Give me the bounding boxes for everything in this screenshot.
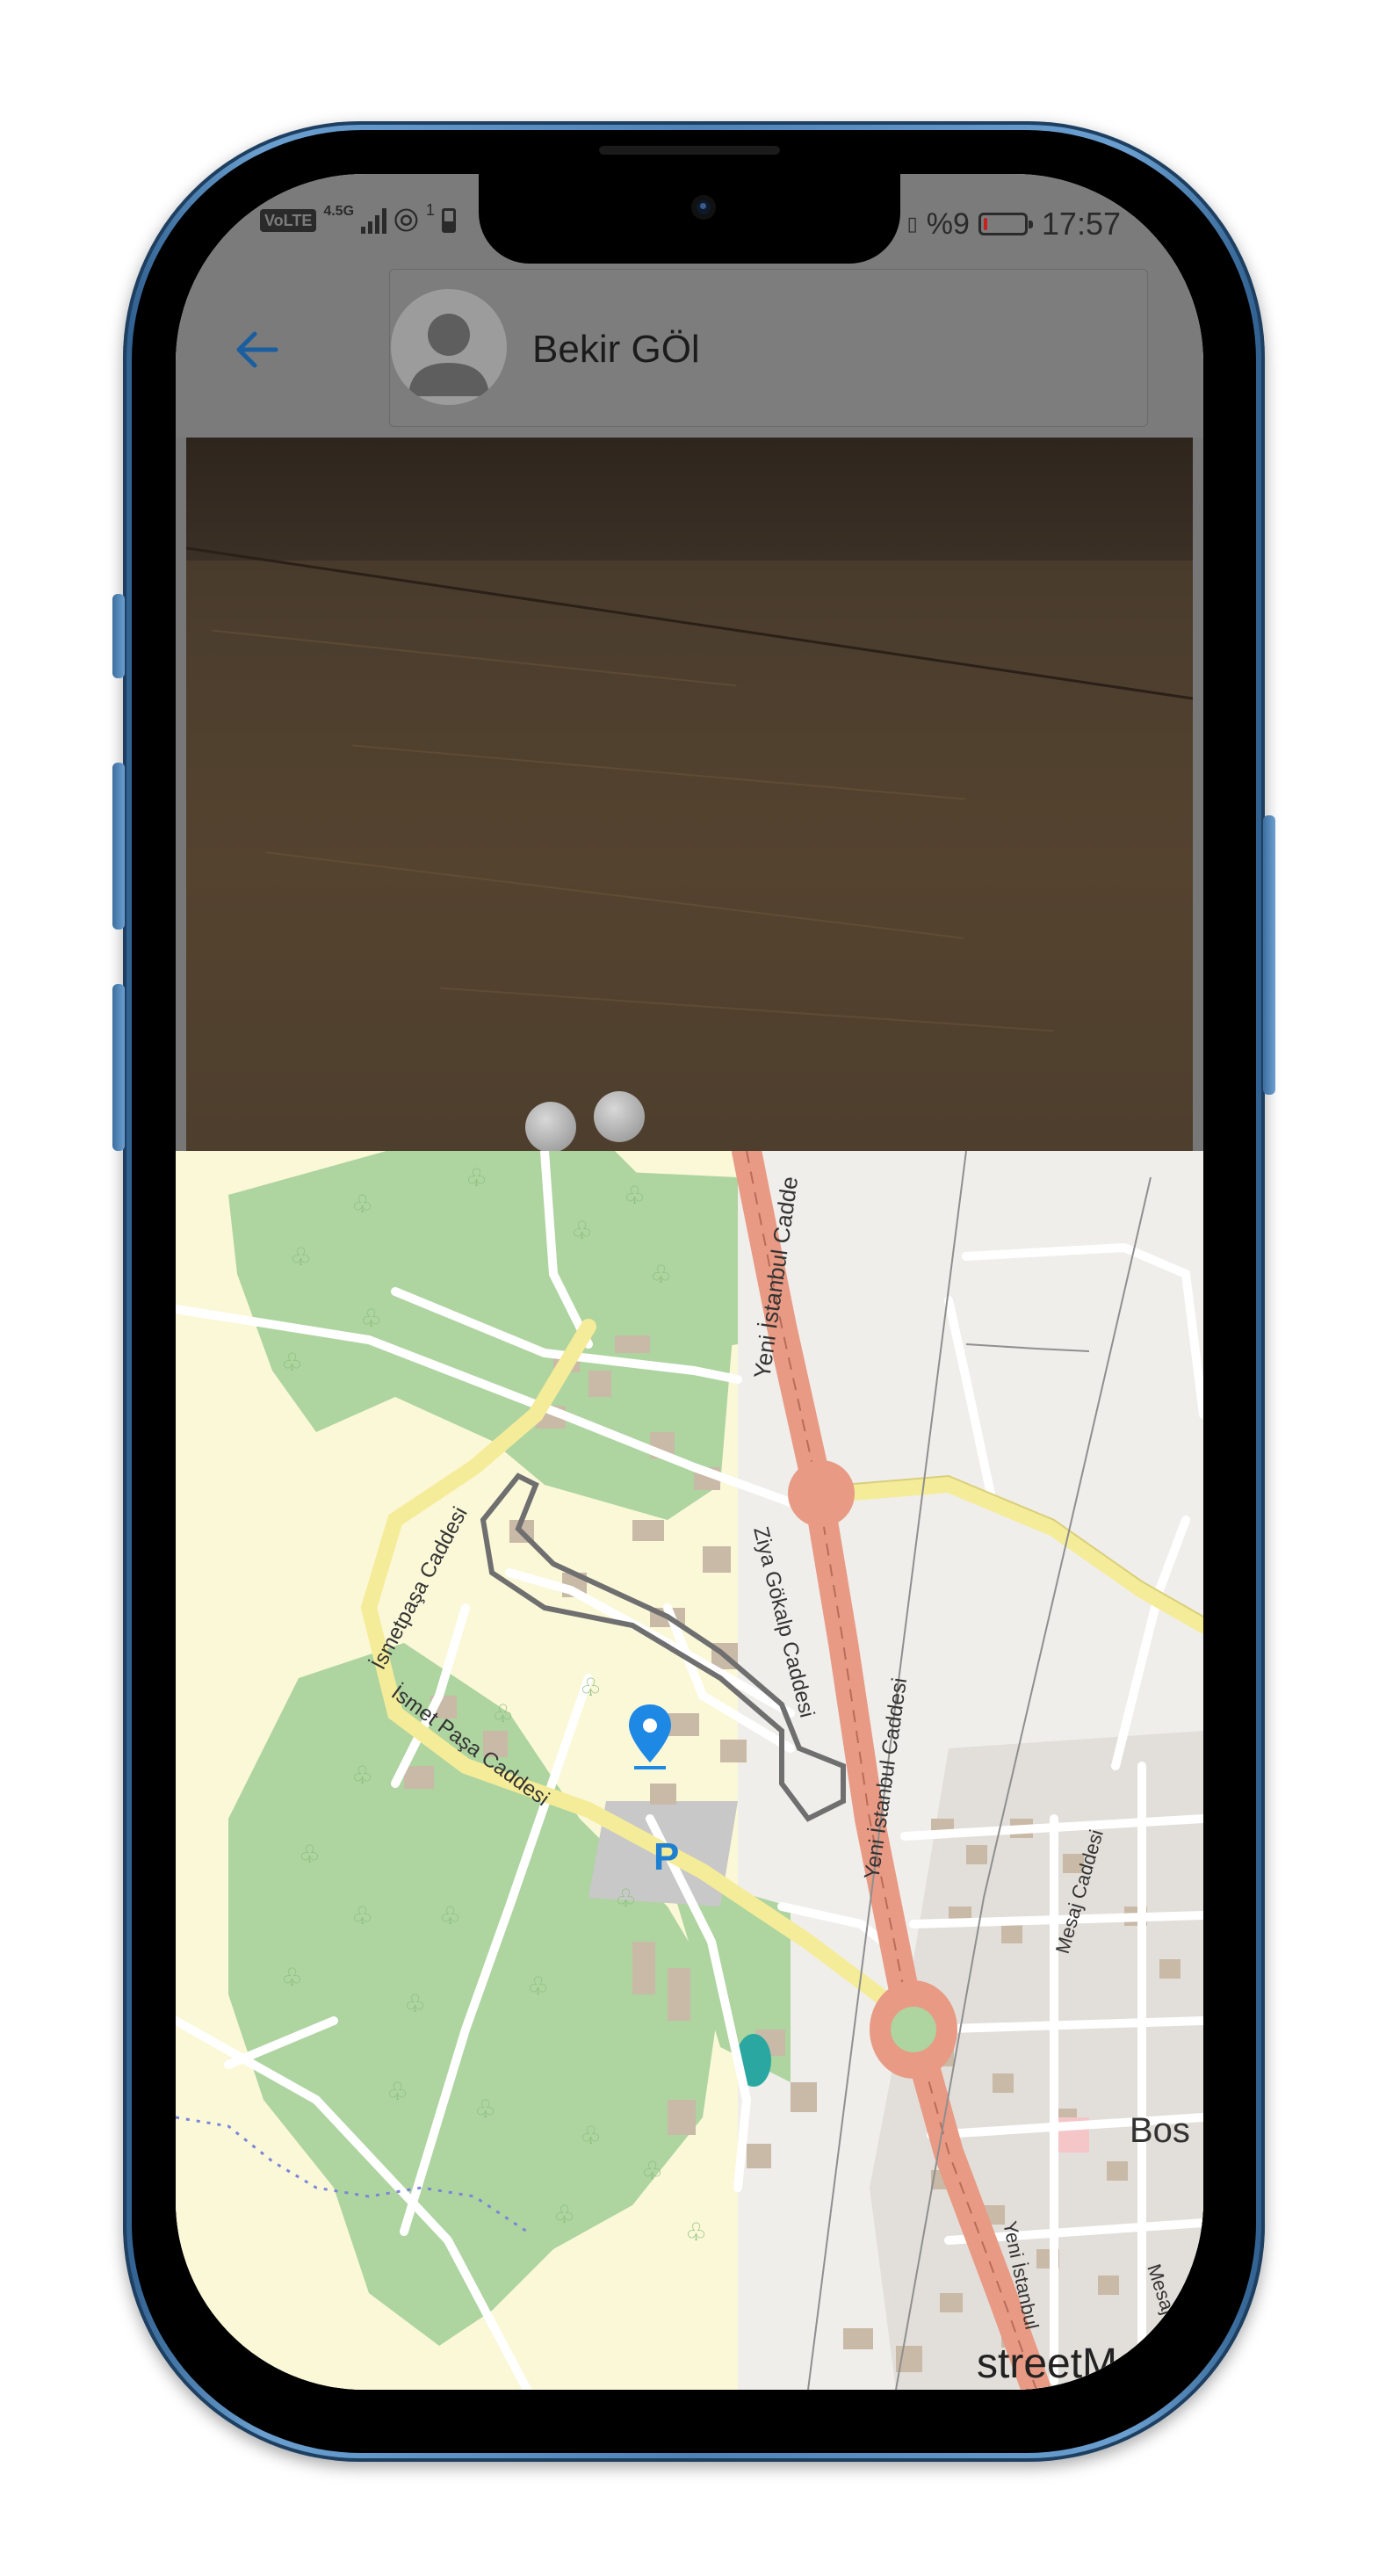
svg-text:♧: ♧: [290, 1243, 312, 1270]
volte-badge: VoLTE: [260, 209, 317, 232]
sim-battery-icon: [441, 208, 456, 233]
back-button[interactable]: [223, 316, 290, 383]
svg-text:♧: ♧: [650, 1261, 672, 1288]
person-placeholder-icon: [408, 314, 489, 396]
wood-grain: [352, 744, 965, 800]
svg-text:♧: ♧: [641, 2157, 663, 2184]
contact-name: Bekir GÖl: [532, 328, 700, 371]
svg-text:♧: ♧: [360, 1305, 382, 1332]
place-label: Bos: [1130, 2111, 1190, 2150]
hotspot-icon: ⦾: [393, 202, 419, 238]
svg-text:♧: ♧: [685, 2218, 707, 2246]
wood-grain: [212, 629, 737, 687]
wall-shadow: [184, 438, 1195, 561]
arrow-left-icon: [236, 331, 278, 368]
silent-switch: [112, 594, 125, 678]
map-view[interactable]: ♧ ♧ ♧ ♧ ♧ ♧ ♧ ♧ ♧ ♧ ♧ ♧ ♧ ♧ ♧ ♧ ♧ ♧ ♧ ♧ ♧ ♧ ♧ ♧ Yeni İst…: [176, 1151, 1203, 2390]
svg-text:♧: ♧: [615, 1885, 637, 1912]
svg-text:♧: ♧: [527, 1972, 549, 2000]
power-button: [1263, 815, 1275, 1095]
app-header: Bekir GÖl: [176, 264, 1203, 438]
battery-icon: [978, 213, 1033, 235]
wood-grain: [439, 987, 1054, 1032]
svg-text:♧: ♧: [299, 1841, 321, 1868]
svg-text:♧: ♧: [404, 1990, 426, 2017]
svg-text:♧: ♧: [580, 1674, 602, 1701]
front-camera-icon: [691, 195, 716, 220]
contact-card[interactable]: Bekir GÖl: [389, 269, 1148, 427]
svg-text:♧: ♧: [281, 1964, 303, 1991]
svg-text:♧: ♧: [474, 2095, 496, 2123]
svg-text:♧: ♧: [351, 1902, 373, 1929]
map-canvas: ♧♧♧ ♧♧♧ ♧♧♧ ♧♧♧ ♧♧♧ ♧♧♧ ♧♧♧ ♧♧♧ Yeni İst…: [176, 1151, 1203, 2390]
sim-index-label: 1: [425, 200, 435, 219]
volume-up-button: [112, 763, 125, 930]
camera-preview[interactable]: [176, 438, 1203, 1151]
status-right-icons: ▯ %9 17:57: [907, 206, 1121, 242]
svg-text:♧: ♧: [466, 1164, 487, 1191]
svg-text:♧: ♧: [492, 1700, 514, 1727]
svg-text:♧: ♧: [281, 1349, 303, 1376]
battery-fill: [983, 218, 987, 230]
volume-down-button: [112, 984, 125, 1151]
display-notch: [479, 174, 900, 264]
signal-strength-icon: [361, 207, 387, 234]
map-attribution: streetMap: [977, 2341, 1165, 2387]
parking-icon: P: [653, 1835, 679, 1878]
nfc-icon: ▯: [906, 213, 918, 235]
svg-text:♧: ♧: [571, 1217, 593, 1244]
status-clock: 17:57: [1041, 206, 1121, 242]
roundabout-center: [891, 2007, 936, 2052]
table-edge: [184, 546, 1203, 719]
svg-text:♧: ♧: [386, 2078, 408, 2105]
preview-edge-right: [1193, 438, 1203, 1151]
earphone-bud: [525, 1102, 576, 1151]
svg-text:♧: ♧: [351, 1190, 373, 1218]
junction: [788, 1460, 855, 1527]
earphone-bud: [594, 1091, 645, 1142]
svg-text:♧: ♧: [351, 1762, 373, 1789]
phone-screen: VoLTE 4.5G ⦾ 1 ▯ %9 17:57 Bekir GÖl ♧ ♧ …: [176, 174, 1203, 2390]
svg-text:♧: ♧: [624, 1182, 646, 1209]
wood-grain: [265, 851, 964, 939]
status-left-icons: VoLTE 4.5G ⦾ 1: [260, 201, 456, 238]
avatar[interactable]: [391, 289, 507, 405]
preview-edge-left: [176, 438, 186, 1151]
svg-text:♧: ♧: [553, 2201, 575, 2228]
network-type-label: 4.5G: [323, 204, 355, 219]
battery-percent: %9: [926, 206, 970, 241]
svg-text:♧: ♧: [580, 2122, 602, 2149]
svg-text:♧: ♧: [439, 1902, 461, 1929]
earpiece-speaker: [599, 146, 780, 155]
